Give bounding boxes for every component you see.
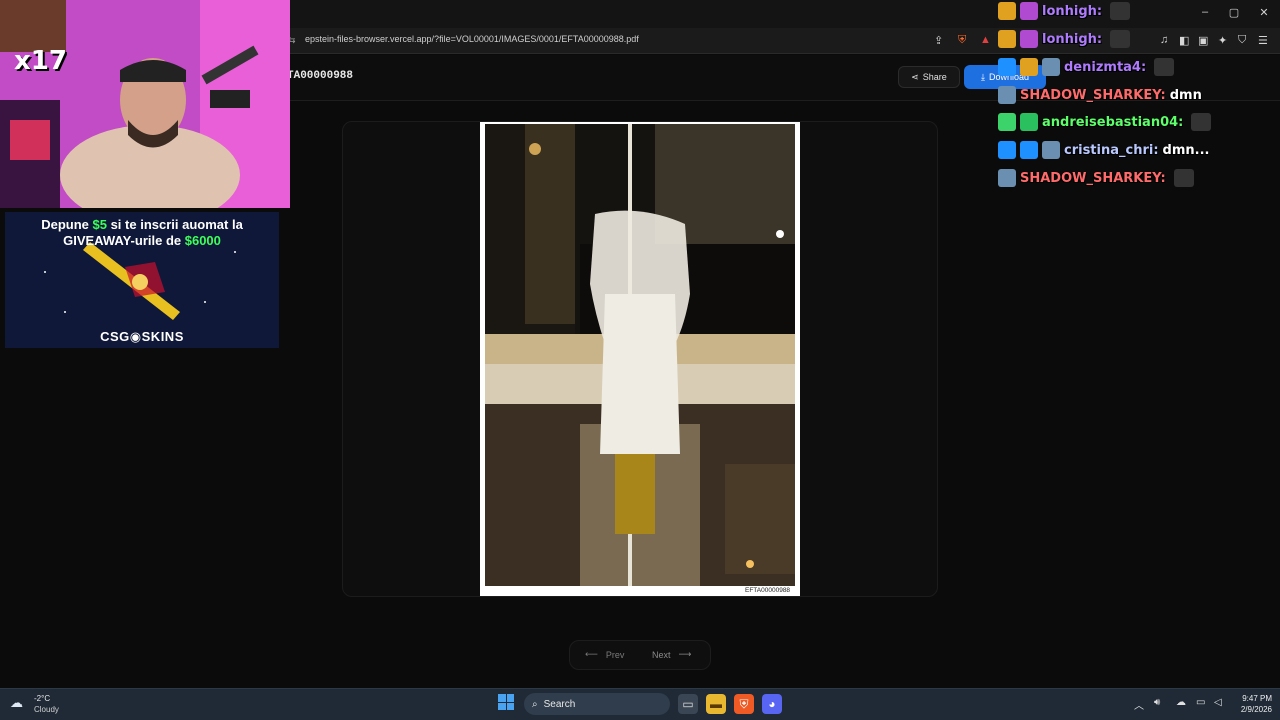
chat-badge-icon bbox=[998, 2, 1016, 20]
volume-icon[interactable]: 🔊︎ bbox=[1154, 697, 1160, 708]
chat-emote-image bbox=[1154, 58, 1175, 76]
document-photo bbox=[485, 124, 795, 586]
prev-button[interactable]: ⟵ Prev bbox=[585, 649, 624, 660]
wallet-icon[interactable]: ▣ bbox=[1198, 34, 1208, 47]
task-view-icon[interactable]: ▭ bbox=[678, 694, 698, 714]
taskbar-search[interactable]: ⌕ Search bbox=[524, 693, 670, 715]
chat-username[interactable]: denizmta4: bbox=[1064, 60, 1146, 75]
chat-message-text: dmn... bbox=[1162, 142, 1210, 158]
chat-badge-icon bbox=[998, 169, 1016, 187]
ad-headline-1: Depune $5 si te inscrii auomat la bbox=[5, 217, 279, 232]
chat-message: lonhigh: bbox=[998, 0, 1131, 22]
ad-line2-prefix: GIVEAWAY-urile de bbox=[63, 233, 185, 248]
prev-label: Prev bbox=[605, 649, 625, 660]
chat-badge-icon bbox=[998, 86, 1016, 104]
chat-message: SHADOW_SHARKEY: dmn bbox=[998, 84, 1202, 106]
brave-rewards-icon[interactable]: ▲ bbox=[980, 34, 991, 46]
chat-message: lonhigh: bbox=[998, 28, 1131, 50]
chat-badge-icon bbox=[1020, 113, 1038, 131]
webcam-inset-image bbox=[0, 0, 66, 52]
network-icon[interactable]: ▭ bbox=[1196, 697, 1205, 708]
onedrive-icon[interactable]: ☁ bbox=[1176, 697, 1186, 708]
chat-badge-icon bbox=[1020, 30, 1038, 48]
url-text[interactable]: epstein-files-browser.vercel.app/?file=V… bbox=[305, 34, 639, 44]
clock-time[interactable]: 9:47 PM bbox=[1232, 694, 1272, 703]
sidebar-icon[interactable]: ◧ bbox=[1179, 34, 1189, 47]
ad-line1-amount: $5 bbox=[92, 217, 107, 232]
share-icon: ⋖ bbox=[911, 71, 919, 82]
chat-badge-icon bbox=[1020, 2, 1038, 20]
chat-message-text: dmn bbox=[1169, 87, 1202, 103]
ad-brand: CSG◉SKINS bbox=[100, 329, 184, 344]
ad-headline-2: GIVEAWAY-urile de $6000 bbox=[5, 233, 279, 248]
chat-username[interactable]: SHADOW_SHARKEY: bbox=[1020, 171, 1166, 186]
chat-username[interactable]: lonhigh: bbox=[1042, 4, 1102, 19]
ad-line1-suffix: si te inscrii auomat la bbox=[106, 217, 243, 232]
ad-line2-amount: $6000 bbox=[184, 233, 221, 248]
document-title: TA00000988 bbox=[287, 70, 354, 82]
chat-message: SHADOW_SHARKEY: bbox=[998, 167, 1194, 189]
download-icon: ⤓ bbox=[980, 71, 985, 82]
vpn-icon[interactable]: ⛉ bbox=[1238, 34, 1246, 47]
chat-username[interactable]: lonhigh: bbox=[1042, 32, 1102, 47]
menu-icon[interactable]: ☰ bbox=[1258, 34, 1268, 47]
chat-badge-icon bbox=[1042, 58, 1060, 76]
chat-emote-image bbox=[1191, 113, 1212, 131]
chat-emote-image bbox=[1173, 169, 1194, 187]
chat-username[interactable]: andreisebastian04: bbox=[1042, 115, 1183, 130]
minimize-button[interactable]: – bbox=[1198, 6, 1212, 18]
chat-username[interactable]: SHADOW_SHARKEY: bbox=[1020, 88, 1166, 103]
chat-message: denizmta4: bbox=[998, 56, 1175, 78]
document-id-label: EFTA00000988 bbox=[745, 587, 791, 594]
leo-ai-icon[interactable]: ✦ bbox=[1218, 34, 1227, 47]
weather-description[interactable]: Cloudy bbox=[34, 705, 59, 714]
chat-message: andreisebastian04: bbox=[998, 111, 1212, 133]
maximize-button[interactable]: ▢ bbox=[1227, 6, 1241, 19]
chat-emote-image bbox=[1110, 30, 1131, 48]
chat-username[interactable]: cristina_chri: bbox=[1064, 143, 1159, 158]
brave-shield-icon[interactable]: ⛨ bbox=[958, 34, 966, 47]
chevron-up-icon[interactable]: ︿ bbox=[1134, 697, 1144, 712]
chat-badge-icon bbox=[998, 113, 1016, 131]
share-button[interactable]: ⋖ Share bbox=[898, 66, 960, 88]
speaker-icon[interactable]: ◁ bbox=[1214, 697, 1222, 708]
brave-browser-icon[interactable]: ⛨ bbox=[734, 694, 754, 714]
next-label: Next bbox=[652, 649, 671, 660]
next-button[interactable]: Next ⟶ bbox=[652, 649, 691, 660]
discord-icon[interactable]: ◕ bbox=[762, 694, 782, 714]
arrow-right-icon: ⟶ bbox=[678, 649, 692, 659]
ad-line1-prefix: Depune bbox=[41, 217, 93, 232]
weather-temperature[interactable]: -2°C bbox=[34, 694, 50, 703]
chat-badge-icon bbox=[998, 141, 1016, 159]
search-icon: ⌕ bbox=[532, 698, 538, 710]
chat-badge-icon bbox=[1020, 141, 1038, 159]
cloud-icon[interactable]: ☁ bbox=[10, 695, 23, 711]
stream-counter: x17 bbox=[14, 46, 67, 76]
chat-emote-image bbox=[1110, 2, 1131, 20]
file-explorer-icon[interactable]: ▬ bbox=[706, 694, 726, 714]
share-page-icon[interactable]: ⇪ bbox=[934, 34, 943, 47]
chat-badge-icon bbox=[1020, 58, 1038, 76]
chat-badge-icon bbox=[1042, 141, 1060, 159]
close-window-button[interactable]: ✕ bbox=[1257, 6, 1271, 19]
share-label: Share bbox=[922, 72, 947, 82]
windows-start-icon[interactable] bbox=[498, 694, 514, 710]
clock-date[interactable]: 2/9/2026 bbox=[1232, 705, 1272, 714]
chat-message: cristina_chri: dmn... bbox=[998, 139, 1209, 161]
media-icon[interactable]: ♫ bbox=[1160, 34, 1168, 46]
chat-badge-icon bbox=[998, 30, 1016, 48]
chat-badge-icon bbox=[998, 58, 1016, 76]
arrow-left-icon: ⟵ bbox=[585, 649, 598, 659]
search-label: Search bbox=[543, 698, 576, 710]
